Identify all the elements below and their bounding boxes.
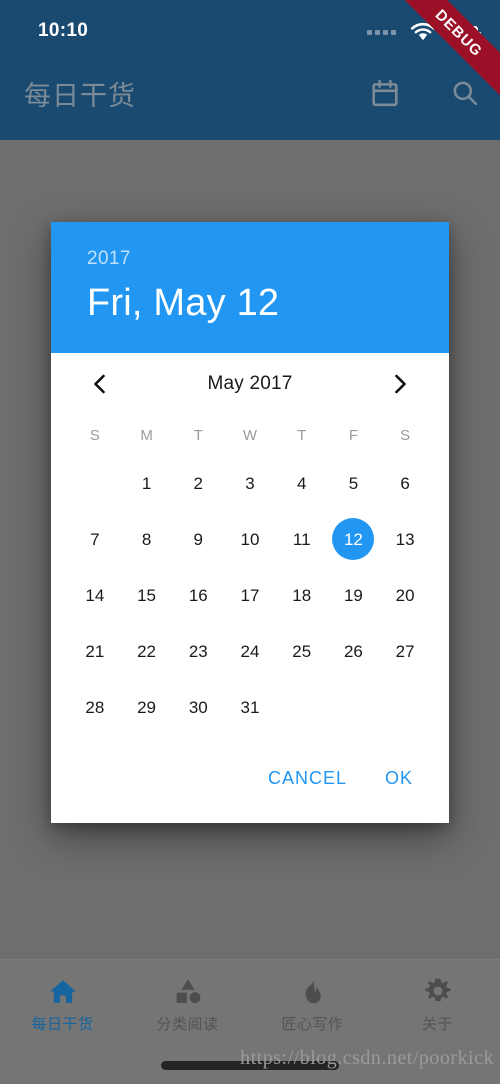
- calendar-day-number: 15: [137, 585, 157, 605]
- weekday-header: S: [400, 426, 411, 444]
- calendar-day-number: 29: [137, 697, 157, 717]
- calendar-day[interactable]: 5: [328, 455, 380, 511]
- calendar-day-number: 16: [188, 585, 208, 605]
- weekday-header: T: [297, 426, 307, 444]
- weekday-header: F: [348, 426, 358, 444]
- cancel-button[interactable]: CANCEL: [262, 760, 353, 797]
- selected-date-headline[interactable]: Fri, May 12: [87, 282, 413, 325]
- calendar-day-number: 17: [240, 585, 260, 605]
- calendar-day-number: 11: [292, 529, 311, 549]
- calendar-day[interactable]: 1: [121, 455, 173, 511]
- calendar-day-number: 31: [240, 697, 260, 717]
- calendar-day-number: 4: [296, 473, 307, 493]
- date-picker-header: 2017 Fri, May 12: [51, 222, 449, 353]
- calendar-day[interactable]: 19: [328, 567, 380, 623]
- calendar-day-number: 2: [193, 473, 204, 493]
- chevron-left-icon[interactable]: [85, 369, 115, 399]
- dialog-actions: CANCEL OK: [51, 741, 449, 823]
- calendar-day-number: 18: [292, 585, 312, 605]
- calendar-day[interactable]: 21: [69, 623, 121, 679]
- date-picker-dialog: 2017 Fri, May 12 May 2017 SMTWTFS1234567…: [51, 222, 449, 823]
- weekday-header: W: [242, 426, 258, 444]
- calendar-day[interactable]: 6: [379, 455, 431, 511]
- date-picker-body: May 2017 S M T W T F S 1 2 3 4 5 6 7 8 9 10 11 12 13 14 15 16 1…: [51, 353, 449, 741]
- calendar-day[interactable]: 13: [379, 511, 431, 567]
- ok-button[interactable]: OK: [379, 760, 419, 797]
- calendar-day-number: 1: [141, 473, 152, 493]
- calendar-day[interactable]: 24: [224, 623, 276, 679]
- calendar-day[interactable]: 27: [379, 623, 431, 679]
- calendar-day[interactable]: 15: [121, 567, 173, 623]
- calendar-day[interactable]: 17: [224, 567, 276, 623]
- calendar-day[interactable]: 26: [328, 623, 380, 679]
- calendar-day-number: 9: [193, 529, 204, 549]
- calendar-day[interactable]: 16: [172, 567, 224, 623]
- calendar-day[interactable]: 2: [172, 455, 224, 511]
- calendar-day-number: 3: [245, 473, 255, 493]
- selected-year[interactable]: 2017: [87, 248, 413, 270]
- current-month-label: May 2017: [207, 373, 293, 394]
- calendar-day-selected[interactable]: 12: [328, 511, 380, 567]
- calendar-day[interactable]: 31: [224, 679, 276, 735]
- calendar-day-number: 24: [240, 641, 260, 661]
- calendar-day[interactable]: 29: [121, 679, 173, 735]
- calendar-day[interactable]: 30: [172, 679, 224, 735]
- month-navigation: May 2017: [63, 353, 437, 415]
- calendar-day-number: 5: [348, 473, 359, 493]
- calendar-day-number: 28: [85, 697, 105, 717]
- calendar-cell-empty: [69, 455, 121, 511]
- calendar-day-number: 26: [343, 641, 363, 661]
- calendar-day-number: 6: [400, 473, 410, 493]
- calendar-day[interactable]: 8: [121, 511, 173, 567]
- calendar-day-number: 23: [188, 641, 208, 661]
- weekday-header: T: [193, 426, 203, 444]
- calendar-day-number: 30: [188, 697, 208, 717]
- calendar-grid: S M T W T F S 1 2 3 4 5 6 7 8 9 10 11 12 13 14 15 16 17 18 19 20 21…: [63, 415, 437, 741]
- calendar-day-number: 13: [395, 529, 415, 549]
- weekday-header: M: [140, 426, 153, 444]
- calendar-day[interactable]: 11: [276, 511, 328, 567]
- calendar-day-number: 21: [85, 641, 105, 661]
- calendar-day-number: 7: [90, 529, 100, 549]
- calendar-day[interactable]: 10: [224, 511, 276, 567]
- calendar-day-number: 10: [240, 529, 260, 549]
- calendar-day-number: 27: [395, 641, 415, 661]
- chevron-right-icon[interactable]: [385, 369, 415, 399]
- weekday-header: S: [89, 426, 100, 444]
- calendar-day[interactable]: 14: [69, 567, 121, 623]
- calendar-day-number: 8: [141, 529, 152, 549]
- calendar-day-number: 22: [137, 641, 157, 661]
- calendar-day-number: 14: [85, 585, 105, 605]
- calendar-day[interactable]: 23: [172, 623, 224, 679]
- calendar-day[interactable]: 9: [172, 511, 224, 567]
- calendar-day[interactable]: 20: [379, 567, 431, 623]
- calendar-day[interactable]: 25: [276, 623, 328, 679]
- calendar-day-number: 25: [292, 641, 312, 661]
- phone-screen: 10:10 每日干货 每日干货 分类阅读 匠心写作 关于 https://blo…: [0, 0, 500, 1084]
- calendar-day-number: 12: [332, 518, 375, 560]
- calendar-day[interactable]: 4: [276, 455, 328, 511]
- calendar-day-number: 20: [395, 585, 415, 605]
- calendar-day[interactable]: 28: [69, 679, 121, 735]
- calendar-day[interactable]: 18: [276, 567, 328, 623]
- calendar-day[interactable]: 3: [224, 455, 276, 511]
- calendar-day[interactable]: 7: [69, 511, 121, 567]
- calendar-day[interactable]: 22: [121, 623, 173, 679]
- calendar-day-number: 19: [343, 585, 363, 605]
